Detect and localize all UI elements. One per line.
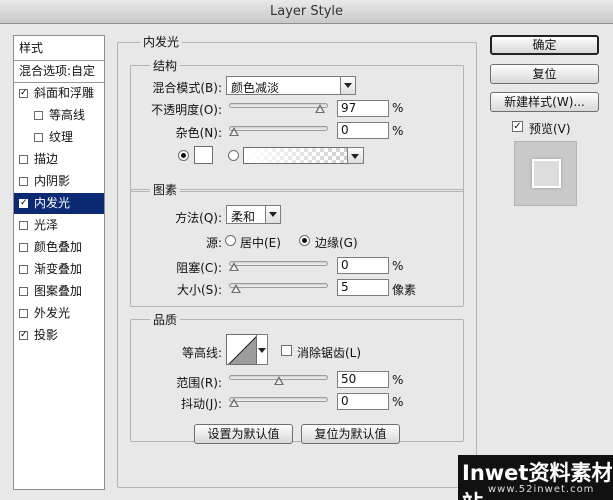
- source-center-label[interactable]: 居中(E): [240, 234, 281, 251]
- jitter-input[interactable]: 0: [337, 393, 389, 410]
- site-watermark: Inwet资料素材站 www.52inwet.com: [458, 455, 613, 500]
- range-label: 范围(R):: [176, 376, 222, 390]
- noise-unit: %: [392, 124, 404, 138]
- choke-unit: %: [392, 259, 404, 273]
- opacity-slider[interactable]: [229, 101, 328, 113]
- slider-thumb[interactable]: [229, 398, 239, 407]
- glow-color-swatch[interactable]: [194, 146, 213, 164]
- size-slider[interactable]: [229, 281, 328, 293]
- style-checkbox[interactable]: [19, 221, 28, 230]
- style-item-inner-glow[interactable]: ✓ 内发光: [14, 193, 104, 214]
- noise-label: 杂色(N):: [175, 126, 222, 140]
- style-checkbox[interactable]: [19, 155, 28, 164]
- style-checkbox[interactable]: ✓: [19, 199, 28, 208]
- source-label: 源:: [205, 236, 222, 250]
- panel-title: 内发光: [140, 33, 183, 50]
- antialias-label[interactable]: 消除锯齿(L): [297, 344, 361, 361]
- gradient-dropdown[interactable]: [347, 147, 364, 164]
- blend-mode-label: 混合模式(B):: [152, 81, 222, 95]
- style-checkbox[interactable]: [19, 243, 28, 252]
- choke-slider[interactable]: [229, 259, 328, 271]
- dialog-body: 样式 混合选项:自定 ✓ 斜面和浮雕 等高线 纹理 描边 内阴影 ✓ 内发光 光…: [0, 24, 613, 500]
- contour-dropdown[interactable]: [257, 334, 268, 365]
- structure-title: 结构: [150, 57, 181, 74]
- ok-button[interactable]: 确定: [490, 35, 599, 55]
- chevron-down-icon: [340, 77, 355, 94]
- style-item-contour[interactable]: 等高线: [14, 105, 104, 126]
- style-checkbox[interactable]: ✓: [19, 89, 28, 98]
- elements-title: 图素: [150, 181, 181, 198]
- source-center-radio[interactable]: [225, 235, 236, 246]
- preview-label[interactable]: 预览(V): [529, 120, 571, 137]
- range-unit: %: [392, 373, 404, 387]
- size-label: 大小(S):: [176, 283, 222, 297]
- chevron-down-icon: [347, 148, 363, 163]
- style-item-bevel-emboss[interactable]: ✓ 斜面和浮雕: [14, 83, 104, 104]
- blending-options-item[interactable]: 混合选项:自定: [14, 61, 104, 82]
- style-item-drop-shadow[interactable]: ✓ 投影: [14, 325, 104, 346]
- opacity-unit: %: [392, 101, 404, 115]
- range-slider[interactable]: [229, 373, 328, 385]
- opacity-input[interactable]: 97: [337, 100, 389, 117]
- reset-button[interactable]: 复位: [490, 64, 599, 84]
- contour-label: 等高线:: [181, 346, 222, 360]
- choke-input[interactable]: 0: [337, 257, 389, 274]
- contour-curve-icon: [228, 336, 256, 364]
- style-checkbox[interactable]: [34, 133, 43, 142]
- quality-title: 品质: [150, 311, 181, 328]
- style-item-satin[interactable]: 光泽: [14, 215, 104, 236]
- style-checkbox[interactable]: [19, 177, 28, 186]
- source-edge-radio[interactable]: [299, 235, 310, 246]
- new-style-button[interactable]: 新建样式(W)...: [490, 92, 599, 112]
- technique-select[interactable]: 柔和: [226, 205, 281, 224]
- antialias-checkbox[interactable]: [281, 345, 292, 356]
- contour-picker[interactable]: [226, 334, 257, 365]
- noise-slider[interactable]: [229, 124, 328, 136]
- glow-gradient-picker[interactable]: [243, 147, 348, 164]
- style-item-gradient-overlay[interactable]: 渐变叠加: [14, 259, 104, 280]
- chevron-down-icon: [265, 206, 280, 223]
- jitter-unit: %: [392, 395, 404, 409]
- technique-label: 方法(Q):: [175, 211, 222, 225]
- noise-input[interactable]: 0: [337, 122, 389, 139]
- jitter-slider[interactable]: [229, 395, 328, 407]
- jitter-label: 抖动(J):: [181, 397, 222, 411]
- reset-default-button[interactable]: 复位为默认值: [301, 424, 400, 444]
- choke-label: 阻塞(C):: [176, 261, 222, 275]
- styles-header[interactable]: 样式: [14, 38, 104, 59]
- style-checkbox[interactable]: [19, 265, 28, 274]
- style-item-outer-glow[interactable]: 外发光: [14, 303, 104, 324]
- gradient-radio[interactable]: [228, 150, 239, 161]
- style-checkbox[interactable]: ✓: [19, 331, 28, 340]
- slider-thumb[interactable]: [229, 262, 239, 271]
- title-bar: Layer Style: [0, 0, 613, 24]
- style-checkbox[interactable]: [19, 309, 28, 318]
- style-item-color-overlay[interactable]: 颜色叠加: [14, 237, 104, 258]
- chevron-down-icon: [258, 348, 266, 353]
- size-unit: 像素: [392, 283, 417, 297]
- style-checkbox[interactable]: [34, 111, 43, 120]
- range-input[interactable]: 50: [337, 371, 389, 388]
- slider-thumb[interactable]: [274, 376, 284, 385]
- blend-mode-select[interactable]: 颜色减淡: [226, 76, 356, 95]
- style-item-inner-shadow[interactable]: 内阴影: [14, 171, 104, 192]
- slider-thumb[interactable]: [231, 284, 241, 293]
- size-input[interactable]: 5: [337, 279, 389, 296]
- styles-list: 样式 混合选项:自定 ✓ 斜面和浮雕 等高线 纹理 描边 内阴影 ✓ 内发光 光…: [13, 35, 105, 490]
- style-item-pattern-overlay[interactable]: 图案叠加: [14, 281, 104, 302]
- color-radio[interactable]: [178, 150, 189, 161]
- slider-thumb[interactable]: [229, 127, 239, 136]
- style-checkbox[interactable]: [19, 287, 28, 296]
- preview-checkbox[interactable]: ✓: [512, 121, 523, 132]
- slider-thumb[interactable]: [315, 104, 325, 113]
- opacity-label: 不透明度(O):: [151, 103, 222, 117]
- style-item-texture[interactable]: 纹理: [14, 127, 104, 148]
- window-title: Layer Style: [269, 4, 344, 19]
- make-default-button[interactable]: 设置为默认值: [194, 424, 293, 444]
- source-edge-label[interactable]: 边缘(G): [315, 234, 358, 251]
- style-preview-thumbnail: [514, 141, 577, 206]
- style-item-stroke[interactable]: 描边: [14, 149, 104, 170]
- watermark-url: www.52inwet.com: [488, 484, 595, 495]
